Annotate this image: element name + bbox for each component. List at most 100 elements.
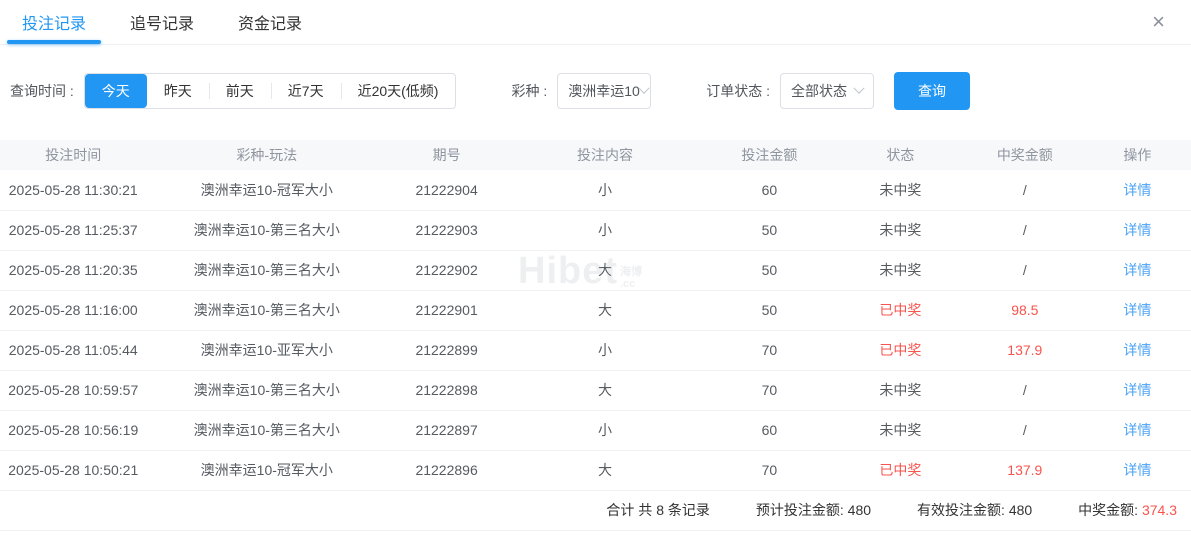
time-option-20days[interactable]: 近20天(低频)	[340, 74, 456, 108]
cell-game-play: 澳洲幸运10-第三名大小	[146, 290, 388, 331]
cell-prize: 98.5	[965, 290, 1084, 331]
lottery-select[interactable]: 澳洲幸运10	[557, 73, 652, 109]
chevron-down-icon	[853, 82, 865, 94]
table-row: 2025-05-28 10:59:57 澳洲幸运10-第三名大小 2122289…	[0, 370, 1191, 411]
cell-status: 未中奖	[834, 170, 966, 211]
detail-link[interactable]: 详情	[1083, 250, 1191, 291]
detail-link[interactable]: 详情	[1083, 410, 1191, 451]
cell-issue: 21222898	[387, 370, 507, 411]
table-row: 2025-05-28 11:25:37 澳洲幸运10-第三名大小 2122290…	[0, 210, 1191, 251]
detail-link[interactable]: 详情	[1083, 370, 1191, 411]
cell-bet-amount: 50	[703, 290, 835, 331]
time-option-today[interactable]: 今天	[84, 74, 147, 108]
summary-prize-value: 374.3	[1141, 502, 1177, 518]
cell-status: 未中奖	[834, 370, 966, 411]
cell-bet-amount: 70	[703, 370, 835, 411]
cell-issue: 21222899	[387, 330, 507, 371]
cell-status: 未中奖	[834, 250, 966, 291]
table-row: 2025-05-28 11:05:44 澳洲幸运10-亚军大小 21222899…	[0, 330, 1191, 371]
detail-link[interactable]: 详情	[1083, 450, 1191, 491]
order-status-select[interactable]: 全部状态	[780, 73, 875, 109]
query-time-label: 查询时间 :	[10, 83, 74, 99]
summary-prize: 中奖金额: 374.3	[1078, 500, 1177, 520]
cell-prize: /	[965, 410, 1084, 451]
cell-prize: /	[965, 370, 1084, 411]
summary-expected: 预计投注金额: 480	[756, 500, 871, 520]
cell-bet-amount: 70	[703, 330, 835, 371]
cell-game-play: 澳洲幸运10-第三名大小	[146, 250, 388, 291]
cell-game-play: 澳洲幸运10-第三名大小	[146, 410, 388, 451]
lottery-label: 彩种 :	[511, 83, 548, 99]
time-option-day-before[interactable]: 前天	[208, 74, 271, 108]
cell-game-play: 澳洲幸运10-亚军大小	[146, 330, 388, 371]
tab-fund-records[interactable]: 资金记录	[238, 0, 302, 44]
cell-bet-content: 小	[506, 330, 704, 371]
table-row: 2025-05-28 11:16:00 澳洲幸运10-第三名大小 2122290…	[0, 290, 1191, 331]
tab-label: 追号记录	[130, 16, 195, 33]
cell-bet-content: 大	[506, 290, 704, 331]
summary-expected-label: 预计投注金额:	[755, 502, 844, 518]
tab-label: 资金记录	[238, 16, 303, 33]
cell-bet-time: 2025-05-28 11:05:44	[0, 330, 147, 371]
table-row: 2025-05-28 11:30:21 澳洲幸运10-冠军大小 21222904…	[0, 170, 1191, 211]
cell-game-play: 澳洲幸运10-第三名大小	[146, 210, 388, 251]
search-button[interactable]: 查询	[894, 72, 971, 110]
detail-link[interactable]: 详情	[1083, 290, 1191, 331]
summary-valid-label: 有效投注金额:	[917, 502, 1005, 518]
cell-bet-amount: 60	[703, 410, 835, 451]
cell-bet-content: 小	[506, 210, 704, 251]
cell-bet-content: 大	[506, 250, 704, 291]
table-row: 2025-05-28 10:50:21 澳洲幸运10-冠军大小 21222896…	[0, 450, 1191, 491]
col-status: 状态	[834, 140, 966, 170]
summary-bar: 合计 共 8 条记录 预计投注金额: 480 有效投注金额: 480 中奖金额:…	[0, 491, 1191, 531]
col-action: 操作	[1083, 140, 1191, 170]
col-bet-time: 投注时间	[0, 140, 147, 170]
cell-issue: 21222904	[387, 170, 507, 211]
tab-label: 投注记录	[22, 16, 87, 33]
tab-bet-records[interactable]: 投注记录	[6, 0, 102, 44]
cell-bet-time: 2025-05-28 11:25:37	[0, 210, 147, 251]
cell-bet-time: 2025-05-28 10:50:21	[0, 450, 147, 491]
summary-valid-value: 480	[1008, 502, 1033, 518]
cell-bet-amount: 60	[703, 170, 835, 211]
time-filter-group: 今天 昨天 前天 近7天 近20天(低频)	[83, 73, 457, 109]
cell-status: 已中奖	[834, 450, 966, 491]
table-header-row: 投注时间 彩种-玩法 期号 投注内容 投注金额 状态 中奖金额 操作	[0, 140, 1191, 170]
table-row: 2025-05-28 11:20:35 澳洲幸运10-第三名大小 2122290…	[0, 250, 1191, 291]
close-icon[interactable]: ×	[1148, 11, 1169, 33]
order-status-label: 订单状态 :	[706, 83, 771, 99]
cell-game-play: 澳洲幸运10-冠军大小	[146, 170, 388, 211]
summary-expected-value: 480	[847, 502, 872, 518]
cell-bet-content: 大	[506, 450, 704, 491]
col-bet-amount: 投注金额	[703, 140, 835, 170]
detail-link[interactable]: 详情	[1083, 330, 1191, 371]
cell-bet-time: 2025-05-28 10:59:57	[0, 370, 147, 411]
table-row: 2025-05-28 10:56:19 澳洲幸运10-第三名大小 2122289…	[0, 410, 1191, 451]
detail-link[interactable]: 详情	[1083, 170, 1191, 211]
time-option-7days[interactable]: 近7天	[270, 74, 341, 108]
cell-bet-amount: 70	[703, 450, 835, 491]
table-body: 2025-05-28 11:30:21 澳洲幸运10-冠军大小 21222904…	[0, 170, 1191, 491]
summary-total: 合计 共 8 条记录	[606, 502, 710, 518]
tab-chase-records[interactable]: 追号记录	[130, 0, 194, 44]
lottery-select-value: 澳洲幸运10	[568, 83, 640, 99]
time-option-yesterday[interactable]: 昨天	[147, 74, 209, 108]
records-table: 投注时间 彩种-玩法 期号 投注内容 投注金额 状态 中奖金额 操作 2025-…	[0, 140, 1191, 491]
col-issue: 期号	[387, 140, 507, 170]
cell-status: 已中奖	[834, 290, 966, 331]
cell-bet-time: 2025-05-28 11:16:00	[0, 290, 147, 331]
cell-prize: /	[965, 210, 1084, 251]
cell-issue: 21222902	[387, 250, 507, 291]
cell-prize: 137.9	[965, 330, 1084, 371]
summary-prize-label: 中奖金额:	[1078, 502, 1139, 518]
tab-bar: 投注记录 追号记录 资金记录 ×	[0, 0, 1191, 45]
detail-link[interactable]: 详情	[1083, 210, 1191, 251]
summary-valid: 有效投注金额: 480	[917, 500, 1032, 520]
cell-prize: /	[965, 170, 1084, 211]
cell-bet-content: 大	[506, 370, 704, 411]
filter-bar: 查询时间 : 今天 昨天 前天 近7天 近20天(低频) 彩种 : 澳洲幸运10…	[10, 72, 1191, 110]
cell-issue: 21222897	[387, 410, 507, 451]
cell-bet-amount: 50	[703, 250, 835, 291]
cell-bet-content: 小	[506, 410, 704, 451]
cell-bet-time: 2025-05-28 11:20:35	[0, 250, 147, 291]
